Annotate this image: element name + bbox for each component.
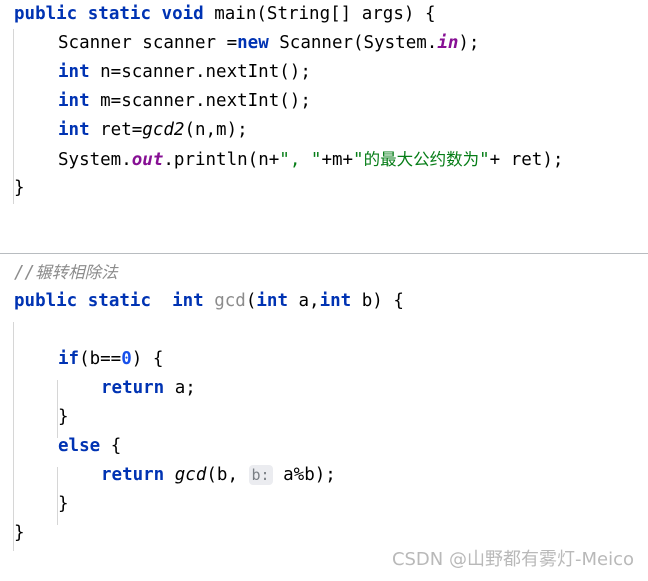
code-block-gcd: //辗转相除法 public static int gcd(int a,int b… [0,258,648,548]
code-comment: //辗转相除法 [14,263,118,283]
indent-guide-line [57,380,58,438]
keyword-token: int [319,291,352,311]
code-token: main(String[] args) { [203,4,436,24]
code-token: { [100,436,122,456]
code-token: .println(n+ [163,150,280,170]
code-line[interactable]: Scanner scanner =new Scanner(System.in); [0,29,648,58]
code-token: } [58,494,69,514]
code-token: gcd [174,465,207,485]
code-token: a, [287,291,320,311]
code-token: ( [245,291,257,311]
code-line[interactable]: return gcd(b, b: a%b); [0,461,648,490]
keyword-token: if [58,349,80,369]
code-token: a; [164,378,196,398]
code-line[interactable]: public static int gcd(int a,int b) { [0,287,648,316]
code-token: Scanner scanner = [58,33,238,53]
code-token: m=scanner.nextInt(); [89,91,311,111]
code-editor-surface[interactable]: public static void main(String[] args) {… [0,0,648,581]
keyword-token: int [172,291,204,311]
code-line[interactable]: System.out.println(n+", "+m+"的最大公约数为"+ r… [0,145,648,174]
code-token: in [437,33,459,53]
code-line[interactable]: //辗转相除法 [0,258,648,287]
code-line[interactable] [0,316,648,345]
indent-guide-line [13,29,14,204]
keyword-token: int [58,91,90,111]
code-line[interactable]: } [0,519,648,548]
code-token: System. [58,150,132,170]
indent-guide-line [57,467,58,525]
code-token: + ret); [489,150,564,170]
code-token: } [58,407,69,427]
code-token: ret= [89,120,143,140]
code-line[interactable]: } [0,174,648,203]
section-divider [0,253,648,254]
code-line[interactable]: } [0,403,648,432]
keyword-token: static [87,4,151,24]
keyword-token: public [14,291,78,311]
watermark-text: CSDN @山野都有雾灯-Meico [391,549,634,570]
keyword-token: public [14,4,78,24]
code-token: a%b); [272,465,336,485]
keyword-token: return [101,465,165,485]
code-line[interactable]: int m=scanner.nextInt(); [0,87,648,116]
keyword-token: int [58,62,90,82]
code-token: 0 [121,349,132,369]
keyword-token: return [101,378,165,398]
code-token: Scanner(System. [268,33,438,53]
code-token: (b== [79,349,122,369]
code-line[interactable]: if(b==0) { [0,345,648,374]
code-token: (n,m); [184,120,248,140]
code-line[interactable]: return a; [0,374,648,403]
keyword-token: static [87,291,151,311]
code-token: out [131,150,164,170]
string-literal: ", " [279,150,322,170]
code-token: n=scanner.nextInt(); [89,62,311,82]
code-token: +m+ [321,150,354,170]
code-token: } [14,523,25,543]
indent-guide-line [13,322,14,551]
code-token: ) { [131,349,164,369]
code-token: } [14,178,25,198]
code-line[interactable]: int n=scanner.nextInt(); [0,58,648,87]
keyword-token: else [58,436,101,456]
keyword-token: int [256,291,288,311]
code-line[interactable]: } [0,490,648,519]
keyword-token: void [161,4,204,24]
code-line[interactable]: int ret=gcd2(n,m); [0,116,648,145]
inlay-parameter-hint: b: [248,465,273,485]
keyword-token: int [58,120,90,140]
code-token: b) { [351,291,404,311]
code-line[interactable]: else { [0,432,648,461]
code-token: gcd2 [142,120,185,140]
code-token: ); [458,33,480,53]
code-block-main: public static void main(String[] args) {… [0,0,648,232]
code-line[interactable] [0,203,648,232]
string-literal: "的最大公约数为" [353,150,490,170]
code-token: (b, [206,465,249,485]
keyword-token: new [237,33,269,53]
code-line[interactable]: public static void main(String[] args) { [0,0,648,29]
code-token: gcd [214,291,246,311]
